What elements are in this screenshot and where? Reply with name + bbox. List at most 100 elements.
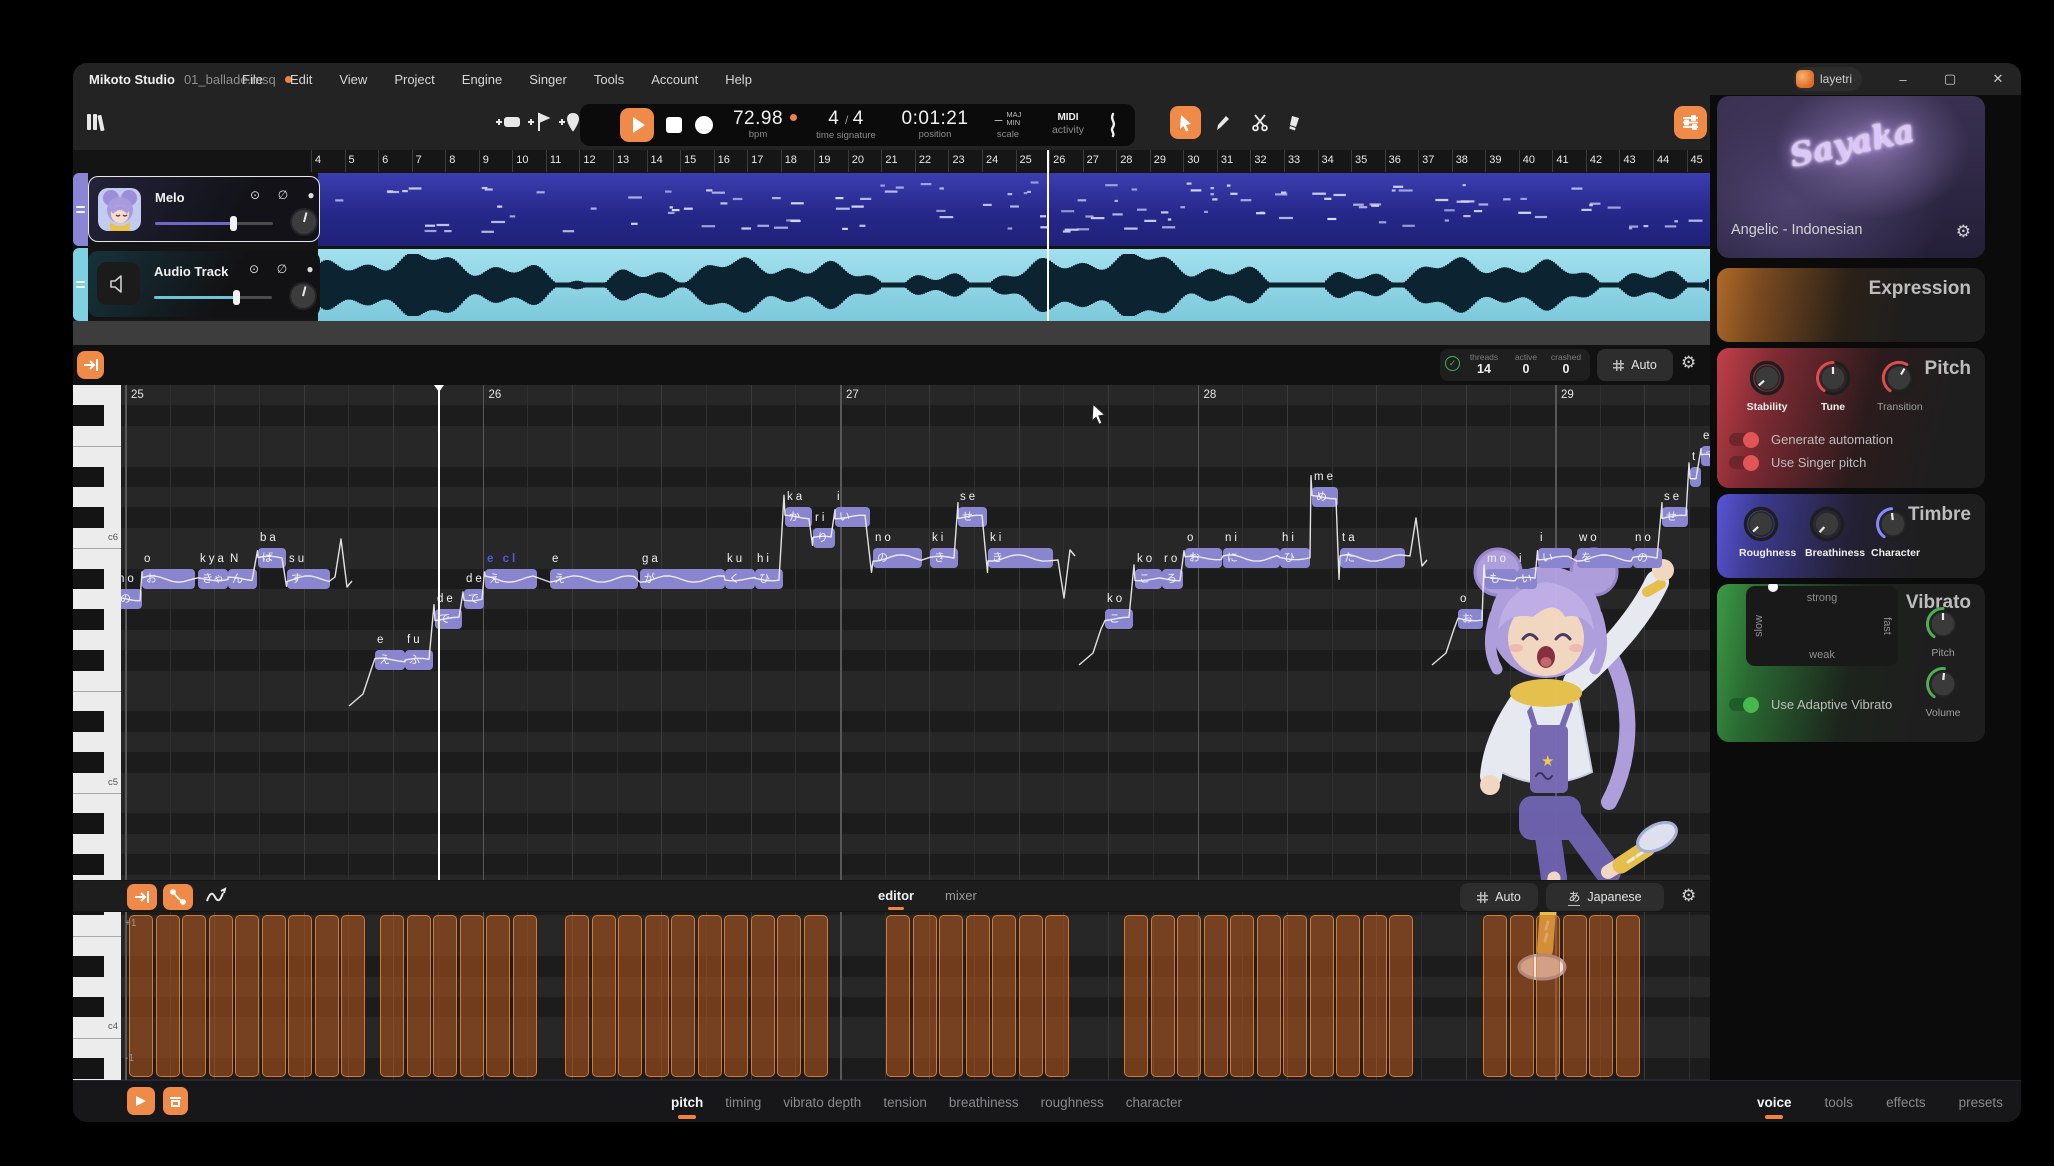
- grid-row[interactable]: [121, 446, 1710, 466]
- eraser-tool-button[interactable]: [1279, 106, 1310, 139]
- piano-key-black[interactable]: [73, 569, 104, 589]
- param-bar[interactable]: [288, 915, 312, 1077]
- ruler-bar-number[interactable]: 34: [1322, 154, 1334, 166]
- piano-key-black[interactable]: [73, 507, 104, 527]
- param-bar[interactable]: [1483, 915, 1507, 1077]
- piano-note[interactable]: め: [1312, 487, 1338, 507]
- cursor-tool-button[interactable]: [1170, 106, 1201, 139]
- param-bar[interactable]: [1310, 915, 1334, 1077]
- param-bar[interactable]: [1151, 915, 1175, 1077]
- tab-presets[interactable]: presets: [1959, 1095, 2003, 1110]
- grid-row[interactable]: [121, 385, 1710, 405]
- piano-roll-playhead[interactable]: [438, 385, 440, 880]
- singer-settings-gear-icon[interactable]: ⚙: [1956, 222, 1971, 242]
- ruler-bar-number[interactable]: 12: [583, 154, 595, 166]
- grid-row[interactable]: [121, 569, 1710, 589]
- close-button[interactable]: ✕: [1981, 63, 2015, 95]
- piano-keyboard[interactable]: c6c5c4: [73, 385, 121, 1080]
- audio-track-drag-handle[interactable]: [73, 248, 88, 321]
- param-bar[interactable]: [407, 915, 431, 1077]
- grid-row[interactable]: [121, 813, 1710, 833]
- ruler-bar-number[interactable]: 6: [382, 154, 388, 166]
- tab-character[interactable]: character: [1126, 1095, 1182, 1110]
- param-bar[interactable]: [1283, 915, 1307, 1077]
- param-bar[interactable]: [1536, 915, 1560, 1077]
- menu-file[interactable]: File: [242, 72, 263, 87]
- ruler-bar-number[interactable]: 17: [751, 154, 763, 166]
- add-flag-icon[interactable]: [524, 106, 554, 138]
- param-bar[interactable]: [913, 915, 937, 1077]
- tab-breathiness[interactable]: breathiness: [949, 1095, 1019, 1110]
- grid-row[interactable]: [121, 671, 1710, 691]
- piano-roll-editor[interactable]: ★: [73, 385, 1710, 1080]
- knob-roughness[interactable]: Roughness: [1739, 504, 1783, 559]
- param-bar[interactable]: [156, 915, 180, 1077]
- freehand-tool-icon[interactable]: [205, 887, 229, 912]
- ruler-bar-number[interactable]: 38: [1456, 154, 1468, 166]
- piano-note[interactable]: お: [1458, 609, 1483, 629]
- piano-note[interactable]: きゃ: [198, 569, 228, 589]
- piano-note[interactable]: こ: [1105, 609, 1133, 629]
- piano-note[interactable]: お: [142, 569, 195, 589]
- piano-key-black[interactable]: [73, 650, 104, 670]
- piano-note[interactable]: お: [1185, 548, 1222, 568]
- position-display[interactable]: 0:01:21 position: [895, 108, 975, 140]
- knob-volume[interactable]: Volume: [1921, 664, 1965, 719]
- piano-note[interactable]: す: [287, 569, 330, 589]
- param-bar[interactable]: [341, 915, 365, 1077]
- grid-row[interactable]: [121, 487, 1710, 507]
- ruler-bar-number[interactable]: 21: [885, 154, 897, 166]
- param-auto-button[interactable]: Auto: [1460, 883, 1538, 911]
- piano-note[interactable]: え: [375, 650, 405, 670]
- piano-key-black[interactable]: [73, 813, 104, 833]
- grid-row[interactable]: [121, 752, 1710, 772]
- melo-track-card[interactable]: Melo ⊙ ∅ ●: [88, 176, 320, 242]
- ruler-bar-number[interactable]: 7: [416, 154, 422, 166]
- grid-row[interactable]: [121, 691, 1710, 711]
- tab-editor[interactable]: editor: [878, 888, 914, 903]
- piano-key-black[interactable]: [73, 711, 104, 731]
- piano-note[interactable]: か: [785, 507, 812, 527]
- piano-key-black[interactable]: [73, 1058, 104, 1078]
- piano-roll-settings-gear-icon[interactable]: ⚙: [1681, 353, 1696, 373]
- param-bar[interactable]: [698, 915, 722, 1077]
- ruler-bar-number[interactable]: 5: [349, 154, 355, 166]
- menu-singer[interactable]: Singer: [529, 72, 567, 87]
- piano-key-black[interactable]: [73, 405, 104, 425]
- melo-volume-slider[interactable]: [155, 222, 273, 225]
- param-bar[interactable]: [1124, 915, 1148, 1077]
- piano-note[interactable]: の: [873, 548, 922, 568]
- ruler-bar-number[interactable]: 23: [952, 154, 964, 166]
- ruler-bar-number[interactable]: 41: [1556, 154, 1568, 166]
- add-track-icon[interactable]: [493, 106, 523, 138]
- grid-row[interactable]: [121, 507, 1710, 527]
- piano-key-black[interactable]: [73, 752, 104, 772]
- piano-roll-bar-number[interactable]: 25: [131, 389, 144, 401]
- ruler-bar-number[interactable]: 16: [718, 154, 730, 166]
- param-bar[interactable]: [671, 915, 695, 1077]
- knob-character[interactable]: Character: [1871, 504, 1915, 559]
- audio-record-arm-icon[interactable]: ⊙: [246, 262, 262, 276]
- param-bar[interactable]: [513, 915, 537, 1077]
- param-bar[interactable]: [804, 915, 828, 1077]
- tracks-editor-divider[interactable]: [73, 321, 1710, 345]
- param-bar[interactable]: [1019, 915, 1043, 1077]
- ruler-bar-number[interactable]: 25: [1020, 154, 1032, 166]
- language-button[interactable]: あ Japanese: [1546, 883, 1664, 911]
- param-bar[interactable]: [1563, 915, 1587, 1077]
- ruler-bar-number[interactable]: 29: [1154, 154, 1166, 166]
- ruler-bar-number[interactable]: 20: [852, 154, 864, 166]
- ruler-bar-number[interactable]: 8: [449, 154, 455, 166]
- maximize-button[interactable]: ▢: [1933, 63, 1967, 95]
- timeline-ruler[interactable]: 4567891011121314151617181920212223242526…: [310, 150, 1710, 172]
- knob-transition[interactable]: Transition: [1877, 358, 1921, 413]
- param-bar[interactable]: [182, 915, 206, 1077]
- grid-row[interactable]: [121, 854, 1710, 874]
- piano-note[interactable]: ん: [228, 569, 257, 589]
- audio-solo-icon[interactable]: ●: [302, 262, 318, 276]
- grid-row[interactable]: [121, 426, 1710, 446]
- grid-row[interactable]: [121, 467, 1710, 487]
- use-singer-pitch-toggle[interactable]: [1729, 456, 1759, 469]
- ruler-bar-number[interactable]: 35: [1355, 154, 1367, 166]
- piano-note[interactable]: も: [1485, 569, 1517, 589]
